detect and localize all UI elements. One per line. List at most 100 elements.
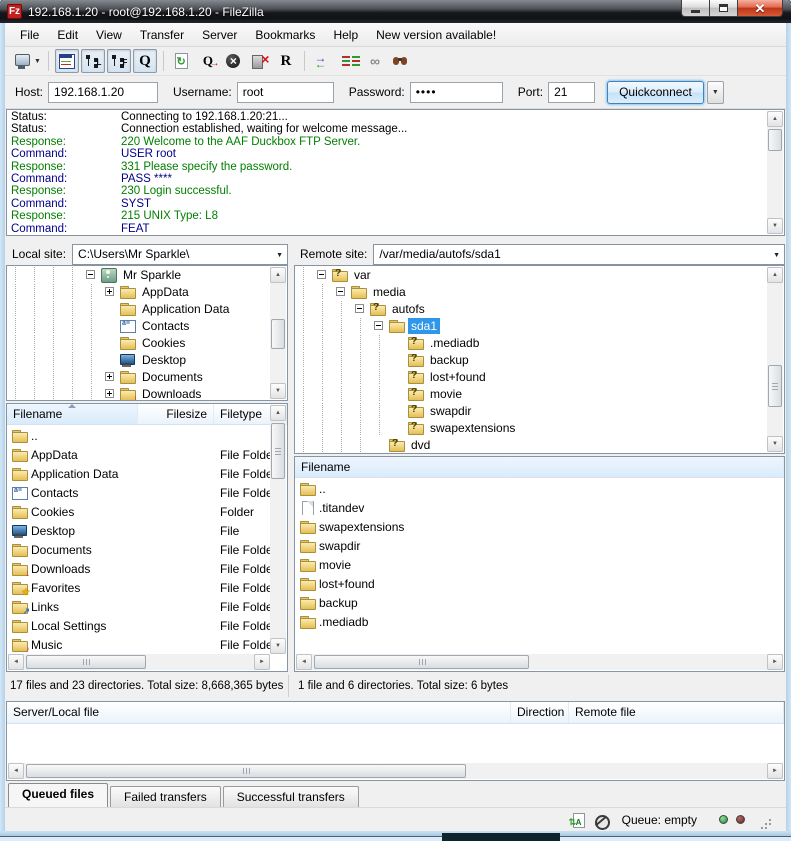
remote-site-combobox[interactable]: /var/media/autofs/sda1▼ — [373, 244, 785, 265]
tree-item[interactable]: Contacts — [7, 317, 287, 334]
minimize-button[interactable] — [681, 0, 710, 17]
file-row[interactable]: movie — [296, 555, 783, 574]
file-row[interactable]: backup — [296, 593, 783, 612]
remote-tree-scrollbar[interactable]: ▲ ▼ — [767, 267, 783, 452]
tree-item[interactable]: sda1 — [295, 317, 784, 334]
tree-item[interactable]: ?swapextensions — [295, 419, 784, 436]
local-site-combobox[interactable]: C:\Users\Mr Sparkle\▼ — [72, 244, 288, 265]
collapse-icon[interactable] — [374, 321, 383, 330]
tree-item[interactable]: ?backup — [295, 351, 784, 368]
file-row[interactable]: ★FavoritesFile Folder — [8, 578, 270, 597]
scroll-left-icon[interactable]: ◄ — [296, 654, 312, 670]
maximize-button[interactable] — [710, 0, 738, 17]
tree-item[interactable]: Documents — [7, 368, 287, 385]
file-row[interactable]: ↓DownloadsFile Folder — [8, 559, 270, 578]
file-row[interactable]: swapdir — [296, 536, 783, 555]
scrollbar-thumb[interactable] — [271, 423, 285, 479]
tree-item[interactable]: ?movie — [295, 385, 784, 402]
collapse-icon[interactable] — [317, 270, 326, 279]
scroll-right-icon[interactable]: ► — [767, 654, 783, 670]
file-row[interactable]: Application DataFile Folder — [8, 464, 270, 483]
file-row[interactable]: ↗LinksFile Folder — [8, 597, 270, 616]
disconnect-button[interactable] — [248, 49, 272, 73]
scrollbar-thumb[interactable] — [26, 764, 466, 778]
file-row[interactable]: .. — [296, 479, 783, 498]
toggle-local-tree-button[interactable]: L — [81, 49, 105, 73]
cancel-button[interactable] — [222, 49, 246, 73]
tab-failed-transfers[interactable]: Failed transfers — [110, 786, 221, 807]
file-row[interactable]: Local SettingsFile Folder — [8, 616, 270, 635]
menu-new-version[interactable]: New version available! — [367, 24, 505, 46]
file-row[interactable]: ContactsFile Folder — [8, 483, 270, 502]
toggle-queue-button[interactable]: Q — [133, 49, 157, 73]
scroll-up-icon[interactable]: ▲ — [270, 267, 286, 283]
tree-item[interactable]: Cookies — [7, 334, 287, 351]
tree-item[interactable]: media — [295, 283, 784, 300]
local-list-scrollbar[interactable]: ▲ ▼ — [270, 405, 286, 654]
menu-edit[interactable]: Edit — [48, 24, 87, 46]
menu-view[interactable]: View — [87, 24, 131, 46]
scrollbar-thumb[interactable] — [768, 129, 782, 151]
expand-icon[interactable] — [105, 287, 114, 296]
title-bar[interactable]: Fz 192.168.1.20 - root@192.168.1.20 - Fi… — [0, 0, 791, 23]
column-header-filename[interactable]: Filename — [7, 404, 138, 424]
refresh-button[interactable] — [170, 49, 194, 73]
password-input[interactable] — [410, 82, 503, 103]
tree-item[interactable]: ?swapdir — [295, 402, 784, 419]
queue-hscrollbar[interactable]: ◄ ► — [8, 763, 783, 779]
site-manager-button[interactable]: ▼ — [13, 49, 42, 73]
expand-icon[interactable] — [105, 372, 114, 381]
menu-server[interactable]: Server — [193, 24, 246, 46]
menu-transfer[interactable]: Transfer — [131, 24, 193, 46]
remote-list-hscrollbar[interactable]: ◄ ► — [296, 654, 783, 670]
chevron-down-icon[interactable]: ▼ — [276, 252, 283, 259]
scroll-down-icon[interactable]: ▼ — [270, 383, 286, 399]
scroll-up-icon[interactable]: ▲ — [767, 267, 783, 283]
scroll-down-icon[interactable]: ▼ — [767, 436, 783, 452]
scroll-right-icon[interactable]: ► — [254, 654, 270, 670]
tab-successful-transfers[interactable]: Successful transfers — [223, 786, 359, 807]
file-row[interactable]: AppDataFile Folder — [8, 445, 270, 464]
column-header-filesize[interactable]: Filesize — [138, 404, 214, 424]
file-row[interactable]: ♪MusicFile Folder — [8, 635, 270, 654]
scroll-up-icon[interactable]: ▲ — [767, 111, 783, 127]
tree-item[interactable]: ?dvd — [295, 436, 784, 453]
tree-item[interactable]: ?lost+found — [295, 368, 784, 385]
menu-file[interactable]: File — [11, 24, 48, 46]
comparison-list-button[interactable] — [337, 49, 361, 73]
local-list-hscrollbar[interactable]: ◄ ► — [8, 654, 270, 670]
synchronized-browsing-button[interactable]: ∞ — [363, 49, 387, 73]
collapse-icon[interactable] — [355, 304, 364, 313]
quickconnect-button[interactable]: Quickconnect — [607, 81, 704, 104]
username-input[interactable] — [237, 82, 334, 103]
column-header-server-local-file[interactable]: Server/Local file — [7, 702, 511, 723]
site-manager-dropdown-icon[interactable]: ▼ — [34, 58, 41, 65]
quickconnect-dropdown-button[interactable]: ▼ — [707, 81, 724, 104]
scroll-left-icon[interactable]: ◄ — [8, 763, 24, 779]
menu-bookmarks[interactable]: Bookmarks — [246, 24, 324, 46]
scroll-down-icon[interactable]: ▼ — [270, 638, 286, 654]
toggle-queue-processing-button[interactable]: Q — [196, 49, 220, 73]
menu-help[interactable]: Help — [324, 24, 367, 46]
column-header-direction[interactable]: Direction — [511, 702, 569, 723]
collapse-icon[interactable] — [336, 287, 345, 296]
file-row[interactable]: .. — [8, 426, 270, 445]
column-header-filename[interactable]: Filename — [295, 457, 784, 477]
scroll-down-icon[interactable]: ▼ — [767, 218, 783, 234]
scrollbar-thumb[interactable] — [314, 655, 529, 669]
file-row[interactable]: .mediadb — [296, 612, 783, 631]
find-files-button[interactable] — [389, 49, 413, 73]
file-row[interactable]: DesktopFile — [8, 521, 270, 540]
scroll-left-icon[interactable]: ◄ — [8, 654, 24, 670]
tab-queued-files[interactable]: Queued files — [8, 783, 108, 807]
tree-item[interactable]: Application Data — [7, 300, 287, 317]
tree-item[interactable]: Desktop — [7, 351, 287, 368]
file-row[interactable]: CookiesFolder — [8, 502, 270, 521]
port-input[interactable] — [548, 82, 595, 103]
tree-item[interactable]: ?autofs — [295, 300, 784, 317]
file-row[interactable]: .titandev — [296, 498, 783, 517]
toggle-message-log-button[interactable] — [55, 49, 79, 73]
chevron-down-icon[interactable]: ▼ — [773, 252, 780, 259]
file-row[interactable]: lost+found — [296, 574, 783, 593]
local-tree-scrollbar[interactable]: ▲ ▼ — [270, 267, 286, 399]
